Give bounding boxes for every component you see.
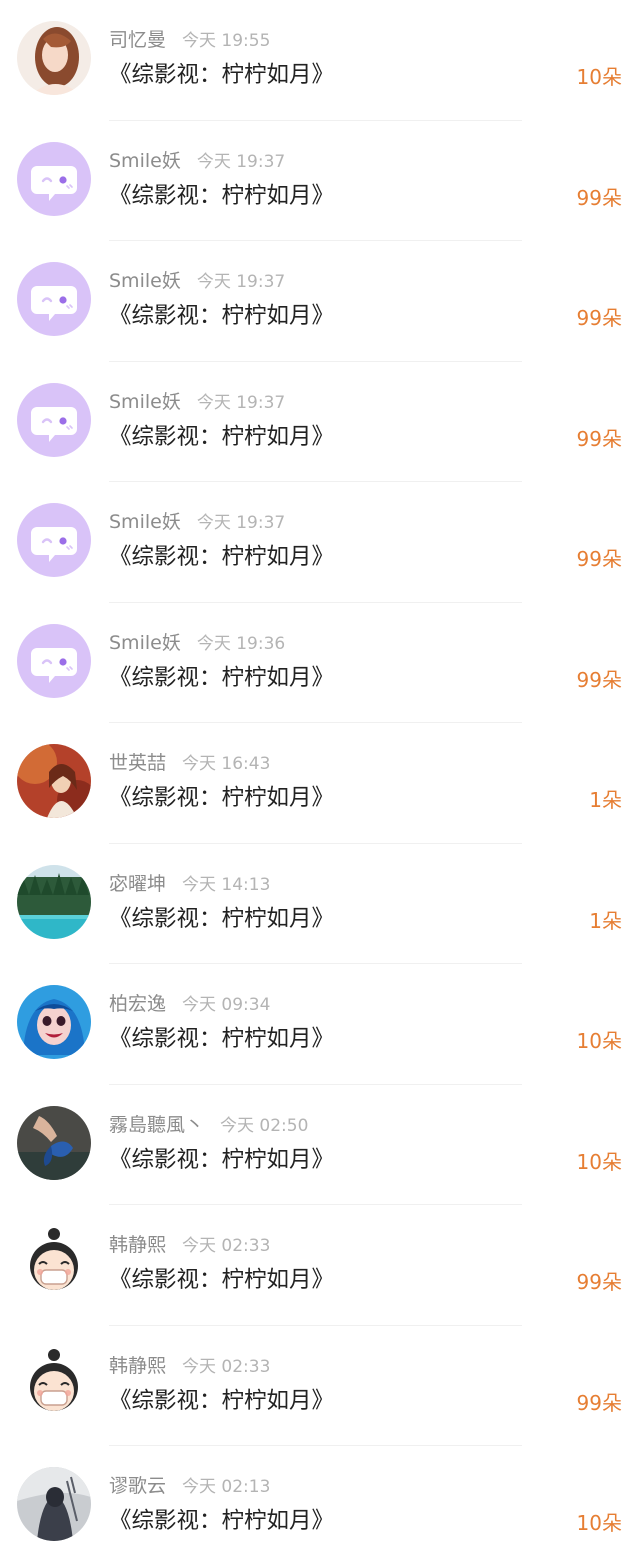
gift-record-item[interactable]: 谬歌云 今天 02:13 《综影视：柠柠如月》 10朵 (0, 1446, 640, 1567)
flower-amount: 10朵 (576, 1149, 622, 1174)
username[interactable]: 韩静熙 (109, 1234, 166, 1256)
book-title[interactable]: 《综影视：柠柠如月》 (109, 1143, 334, 1177)
username[interactable]: Smile妖 (109, 632, 181, 654)
gift-record-item[interactable]: 宓曜坤 今天 14:13 《综影视：柠柠如月》 1朵 (0, 844, 640, 964)
record-meta: 韩静熙 今天 02:33 (109, 1231, 270, 1259)
gift-record-item[interactable]: Smile妖 今天 19:37 《综影视：柠柠如月》 99朵 (0, 362, 640, 482)
avatar-anime-dark-figure[interactable] (17, 1467, 91, 1541)
avatar-photo-forest-lake[interactable] (17, 864, 91, 939)
record-meta: Smile妖 今天 19:37 (109, 147, 285, 175)
timestamp: 今天 02:13 (182, 1477, 271, 1497)
gift-record-list: 司忆曼 今天 19:55 《综影视：柠柠如月》 10朵 Smile妖 今天 19:3… (0, 0, 640, 1567)
record-meta: Smile妖 今天 19:37 (109, 508, 285, 536)
record-meta: 柏宏逸 今天 09:34 (109, 990, 270, 1018)
record-meta: 谬歌云 今天 02:13 (109, 1472, 270, 1500)
avatar-cartoon-bun-girl-mask[interactable] (17, 1226, 91, 1300)
username[interactable]: 柏宏逸 (109, 993, 166, 1015)
flower-amount: 1朵 (589, 788, 622, 812)
gift-record-item[interactable]: Smile妖 今天 19:37 《综影视：柠柠如月》 99朵 (0, 241, 640, 362)
book-title[interactable]: 《综影视：柠柠如月》 (109, 58, 334, 92)
flower-amount: 10朵 (576, 1511, 622, 1535)
book-title[interactable]: 《综影视：柠柠如月》 (109, 1263, 334, 1297)
timestamp: 今天 14:13 (182, 874, 271, 895)
book-title[interactable]: 《综影视：柠柠如月》 (109, 1022, 334, 1056)
gift-record-item[interactable]: 韩静熙 今天 02:33 《综影视：柠柠如月》 99朵 (0, 1326, 640, 1446)
gift-record-item[interactable]: 韩静熙 今天 02:33 《综影视：柠柠如月》 99朵 (0, 1205, 640, 1326)
username[interactable]: 世英喆 (109, 752, 166, 774)
gift-record-item[interactable]: Smile妖 今天 19:37 《综影视：柠柠如月》 99朵 (0, 482, 640, 603)
record-meta: Smile妖 今天 19:37 (109, 388, 285, 416)
timestamp: 今天 19:37 (196, 272, 286, 292)
timestamp: 今天 02:33 (182, 1356, 271, 1377)
gift-record-item[interactable]: 霧島聽風丶 今天 02:50 《综影视：柠柠如月》 10朵 (0, 1085, 640, 1205)
avatar-default-chat-bubble[interactable] (17, 262, 91, 336)
flower-amount: 10朵 (576, 1029, 622, 1053)
record-meta: 宓曜坤 今天 14:13 (109, 870, 270, 898)
username[interactable]: 司忆曼 (109, 29, 166, 51)
timestamp: 今天 19:37 (196, 513, 286, 533)
flower-amount: 99朵 (576, 306, 622, 330)
flower-amount: 99朵 (576, 426, 622, 451)
avatar-default-chat-bubble[interactable] (17, 503, 91, 577)
record-meta: 韩静熙 今天 02:33 (109, 1352, 270, 1380)
book-title[interactable]: 《综影视：柠柠如月》 (109, 420, 334, 454)
timestamp: 今天 19:55 (182, 31, 271, 51)
book-title[interactable]: 《综影视：柠柠如月》 (109, 781, 334, 815)
username[interactable]: Smile妖 (109, 511, 181, 533)
timestamp: 今天 19:36 (196, 633, 286, 654)
gift-record-item[interactable]: Smile妖 今天 19:37 《综影视：柠柠如月》 99朵 (0, 121, 640, 241)
username[interactable]: 韩静熙 (109, 1355, 166, 1377)
book-title[interactable]: 《综影视：柠柠如月》 (109, 902, 334, 936)
record-meta: Smile妖 今天 19:37 (109, 267, 285, 295)
book-title[interactable]: 《综影视：柠柠如月》 (109, 299, 334, 333)
record-meta: Smile妖 今天 19:36 (109, 629, 285, 657)
book-title[interactable]: 《综影视：柠柠如月》 (109, 179, 334, 213)
timestamp: 今天 19:37 (196, 151, 286, 172)
record-meta: 司忆曼 今天 19:55 (109, 26, 270, 54)
gift-record-item[interactable]: 司忆曼 今天 19:55 《综影视：柠柠如月》 10朵 (0, 0, 640, 121)
flower-amount: 99朵 (576, 185, 622, 210)
timestamp: 今天 16:43 (182, 754, 271, 774)
flower-amount: 99朵 (576, 547, 622, 571)
avatar-photo-woman-portrait[interactable] (17, 21, 91, 95)
avatar-default-chat-bubble[interactable] (17, 141, 91, 216)
avatar-photo-hand-butterfly[interactable] (17, 1105, 91, 1180)
username[interactable]: Smile妖 (109, 150, 181, 172)
username[interactable]: Smile妖 (109, 391, 181, 413)
flower-amount: 10朵 (576, 65, 622, 89)
timestamp: 今天 19:37 (196, 392, 286, 413)
timestamp: 今天 02:33 (182, 1236, 271, 1256)
flower-amount: 99朵 (576, 1390, 622, 1415)
username[interactable]: 宓曜坤 (109, 873, 166, 895)
gift-record-item[interactable]: 柏宏逸 今天 09:34 《综影视：柠柠如月》 10朵 (0, 964, 640, 1085)
avatar-default-chat-bubble[interactable] (17, 382, 91, 457)
timestamp: 今天 02:50 (220, 1115, 309, 1136)
avatar-default-chat-bubble[interactable] (17, 623, 91, 698)
book-title[interactable]: 《综影视：柠柠如月》 (109, 1384, 334, 1418)
book-title[interactable]: 《综影视：柠柠如月》 (109, 1504, 334, 1538)
username[interactable]: Smile妖 (109, 270, 181, 292)
avatar-cartoon-blue-hair-girl[interactable] (17, 985, 91, 1059)
username[interactable]: 霧島聽風丶 (109, 1114, 204, 1136)
avatar-photo-autumn-woman[interactable] (17, 744, 91, 818)
gift-record-item[interactable]: Smile妖 今天 19:36 《综影视：柠柠如月》 99朵 (0, 603, 640, 723)
username[interactable]: 谬歌云 (109, 1475, 166, 1497)
avatar-cartoon-bun-girl-mask[interactable] (17, 1346, 91, 1421)
flower-amount: 99朵 (576, 667, 622, 692)
timestamp: 今天 09:34 (182, 995, 271, 1015)
book-title[interactable]: 《综影视：柠柠如月》 (109, 661, 334, 695)
flower-amount: 99朵 (576, 1270, 622, 1294)
gift-record-item[interactable]: 世英喆 今天 16:43 《综影视：柠柠如月》 1朵 (0, 723, 640, 844)
record-meta: 世英喆 今天 16:43 (109, 749, 270, 777)
flower-amount: 1朵 (589, 908, 622, 933)
record-meta: 霧島聽風丶 今天 02:50 (109, 1111, 308, 1139)
book-title[interactable]: 《综影视：柠柠如月》 (109, 540, 334, 574)
